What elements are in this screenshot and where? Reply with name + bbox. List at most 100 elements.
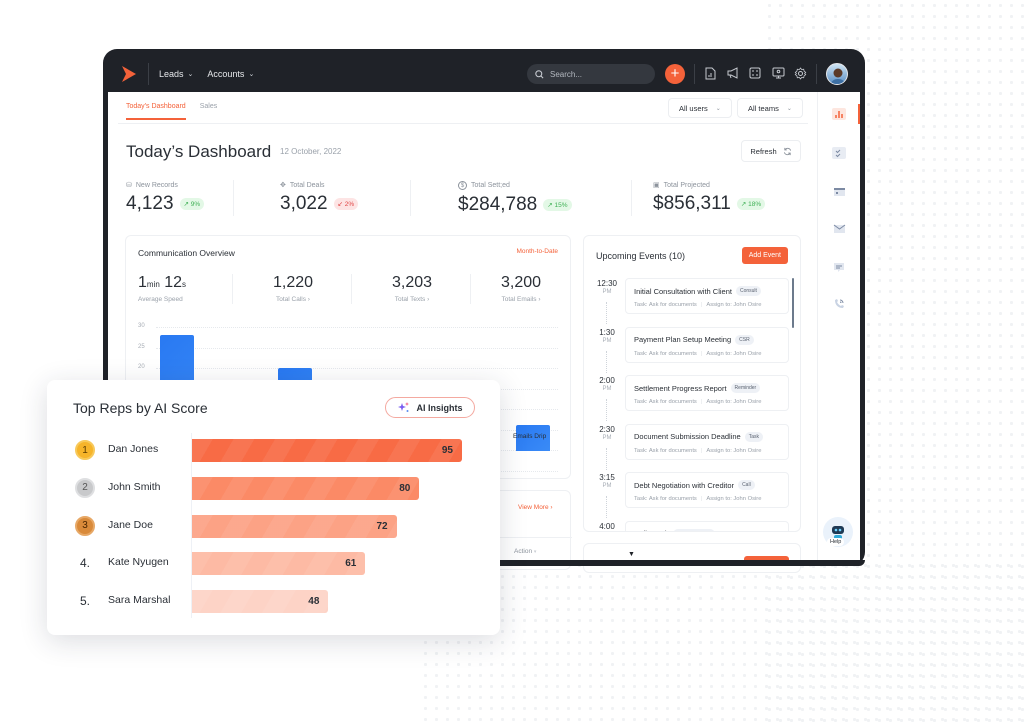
column-label: Action — [514, 548, 533, 555]
user-avatar[interactable] — [826, 63, 848, 85]
checklist-icon[interactable] — [747, 65, 763, 81]
message-icon[interactable] — [832, 261, 846, 273]
y-tick-label: 30 — [138, 323, 145, 329]
time-value: 4:00 — [599, 521, 615, 531]
view-more-link[interactable]: View More › — [518, 504, 553, 511]
teams-filter-dropdown[interactable]: All teams ⌄ — [737, 98, 803, 118]
calendar-icon[interactable] — [832, 185, 846, 197]
event-assignee: Assign to: John Osire — [706, 350, 762, 357]
rank-badge: 5. — [79, 594, 90, 609]
total-calls[interactable]: 1,220 Total Calls › — [258, 274, 328, 303]
refresh-icon — [783, 147, 791, 155]
search-input[interactable] — [550, 69, 640, 79]
event-item[interactable]: Payment Plan Setup Meeting CSR Task: Ask f… — [625, 326, 789, 363]
top-nav-bar: Leads⌄ Accounts⌄ + — [108, 55, 860, 92]
separator: | — [700, 350, 703, 357]
event-name: Debt Negotiation with Creditor Call — [634, 480, 755, 490]
monitor-icon[interactable] — [770, 65, 786, 81]
event-time: 12:30 PM — [592, 279, 622, 295]
megaphone-icon[interactable] — [725, 65, 741, 81]
scrollbar[interactable] — [792, 278, 794, 328]
total-emails[interactable]: 3,200 Total Emails › — [486, 274, 556, 303]
column-header-action[interactable]: Action ▾ — [514, 548, 536, 555]
card-title: Top Reps by AI Score — [73, 400, 208, 416]
event-details: Task: Ask for documents | Assign to: John … — [634, 351, 761, 357]
secondary-card: ▼ — [583, 543, 801, 573]
filter-label: All teams — [748, 103, 779, 113]
brand-logo[interactable] — [116, 55, 142, 92]
tab-todays-dashboard[interactable]: Today's Dashboard — [126, 103, 186, 120]
timeline-connector — [606, 350, 607, 373]
users-filter-dropdown[interactable]: All users ⌄ — [668, 98, 732, 118]
time-value: 12:30 — [596, 279, 618, 288]
divider — [470, 274, 471, 304]
event-title: Settlement Progress Report — [634, 383, 727, 393]
event-item[interactable]: Debt Negotiation with Creditor Call Task: … — [625, 472, 789, 508]
stat-total-projected: ▣ Total Projected $856,311 ↗ 18% — [653, 181, 766, 215]
event-assignee: Assign to: John Osire — [706, 447, 762, 454]
period-link[interactable]: Month-to-Date — [516, 248, 558, 255]
score-label: 95 — [441, 445, 453, 456]
gear-icon[interactable] — [792, 65, 808, 81]
time-value: 2:30 — [599, 424, 615, 434]
dashboard-tabs: Today's Dashboard Sales — [126, 103, 217, 120]
tab-sales[interactable]: Sales — [200, 103, 218, 120]
nav-accounts[interactable]: Accounts ⌄ — [207, 69, 254, 79]
rank-badge: 1 — [75, 440, 95, 460]
gridline — [156, 327, 558, 328]
timeline-connector — [606, 302, 607, 324]
divider — [118, 123, 808, 124]
event-name: Document Submission Deadline Task — [634, 431, 764, 442]
caret-down-icon[interactable]: ▼ — [628, 551, 635, 558]
search-icon — [535, 69, 544, 78]
ai-insights-button[interactable]: AI Insights — [385, 397, 475, 418]
event-item[interactable]: Settlement Progress Report Reminder Task: … — [625, 375, 789, 411]
event-item[interactable]: Call Jacob Personal Event — [625, 520, 789, 531]
timeline-connector — [606, 399, 607, 421]
chevron-down-icon: ⌄ — [187, 70, 194, 78]
divider — [148, 62, 149, 85]
upcoming-events-card: Upcoming Events (10) Add Event 12:30 PM In… — [583, 235, 801, 532]
mail-icon[interactable] — [832, 223, 846, 235]
stat-value: 3,203 — [391, 274, 433, 291]
score-bar: 61 — [192, 552, 366, 576]
rank-badge: 4. — [79, 556, 90, 571]
rank-badge: 3 — [75, 515, 95, 536]
add-event-button[interactable]: Add Event — [741, 247, 788, 264]
refresh-button[interactable]: Refresh — [741, 140, 801, 162]
time-period: PM — [602, 483, 612, 489]
event-tag: CSR — [735, 334, 754, 345]
event-assignee: Assign to: John Osire — [706, 399, 762, 405]
event-task: Task: Ask for documents — [634, 350, 697, 357]
event-item[interactable]: Document Submission Deadline Task Task: As… — [625, 423, 789, 460]
event-title: Initial Consultation with Client — [634, 286, 732, 296]
gridline — [156, 368, 558, 369]
total-texts[interactable]: 3,203 Total Texts › — [377, 274, 447, 303]
active-indicator — [858, 104, 860, 124]
time-period: PM — [602, 289, 612, 295]
time-period: PM — [602, 386, 612, 392]
nav-leads[interactable]: Leads ⌄ — [159, 69, 193, 79]
dollar-icon: $ — [458, 181, 467, 190]
event-tag: Task — [744, 431, 764, 442]
phone-icon[interactable] — [832, 298, 846, 310]
average-speed: 1min 12s Average Speed — [138, 274, 186, 303]
event-details: Task: Ask for documents | Assign to: John … — [634, 302, 761, 308]
score-bar: 80 — [192, 476, 420, 500]
event-tag: Reminder — [730, 383, 761, 393]
stat-total-deals: ✥ Total Deals 3,022 ↙ 2% — [280, 181, 359, 215]
stat-total-settled: $ Total Sett;ed $284,788 ↗ 15% — [458, 181, 572, 216]
event-item[interactable]: Initial Consultation with Client Consult T… — [625, 278, 789, 314]
tasks-icon[interactable] — [832, 147, 846, 159]
chart-icon[interactable] — [832, 108, 846, 120]
event-task: Task: Ask for documents — [634, 447, 697, 454]
report-icon[interactable] — [702, 65, 718, 81]
add-new-button[interactable]: + — [665, 64, 685, 84]
stat-label: Total Projected — [663, 181, 710, 189]
sort-icon: ▾ — [533, 549, 537, 555]
top-reps-card: Top Reps by AI Score AI Insights 1 Dan Jo… — [47, 380, 500, 635]
event-time: 2:30 PM — [592, 425, 622, 441]
rep-name: John Smith — [108, 480, 161, 493]
search-box[interactable] — [527, 64, 655, 84]
help-label: Help — [827, 538, 845, 546]
